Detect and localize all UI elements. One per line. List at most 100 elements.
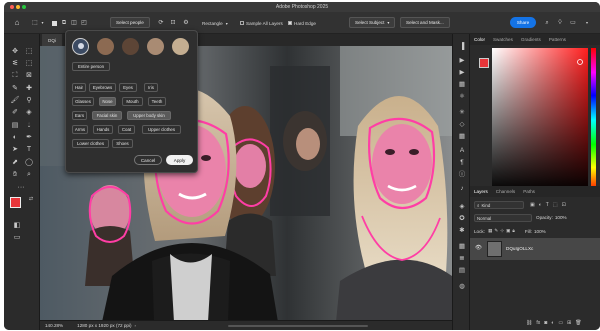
shapes-icon[interactable]: ▦ [457,242,467,252]
tab-swatches[interactable]: Swatches [489,37,517,42]
quick-mask-icon[interactable]: ◧ [12,220,22,230]
shape-mode-select[interactable]: Rectangle ▾ [202,18,228,28]
glyphs-icon[interactable]: ⓘ [457,170,467,180]
frame-tool-icon[interactable]: ⊠ [24,70,34,80]
brush-tool-icon[interactable]: 🖌︎ [10,95,20,105]
opacity-value[interactable]: 100% [555,215,567,220]
eraser-tool-icon[interactable]: ◈ [24,107,34,117]
cancel-button[interactable]: Cancel [134,155,162,165]
part-eyes[interactable]: Eyes [119,83,137,92]
tab-color[interactable]: Color [470,37,489,42]
refresh-icon[interactable]: ⟳ [156,18,166,28]
part-teeth[interactable]: Teeth [148,97,166,106]
foreground-color-swatch[interactable] [10,197,21,208]
tab-paths[interactable]: Paths [519,189,539,194]
spot-healing-tool-icon[interactable]: ✚ [24,83,34,93]
info-icon[interactable]: ▦ [457,132,467,142]
tab-patterns[interactable]: Patterns [545,37,570,42]
comments-icon[interactable]: ◍ [457,282,467,292]
tab-layers[interactable]: Layers [470,189,492,194]
pen-tool-icon[interactable]: ✒ [24,132,34,142]
layer-name[interactable]: DQuIgOLLXc [506,246,533,251]
move-tool-icon[interactable]: ✥ [10,46,20,56]
person-avatar-all[interactable] [72,38,89,55]
crop-tool-icon[interactable]: ⛶ [10,70,20,80]
part-hands[interactable]: Hands [93,125,113,134]
actions-icon[interactable]: ✳ [457,108,467,118]
apply-button[interactable]: Apply [166,155,193,165]
part-upper-clothes[interactable]: Upper clothes [142,125,181,134]
filter-pixel-icon[interactable]: ▣ [530,202,535,208]
color-field[interactable] [492,48,588,192]
color-panel-foreground-swatch[interactable] [479,58,489,68]
part-glasses[interactable]: Glasses [72,97,94,106]
lasso-tool-icon[interactable]: ᓬ [10,58,20,68]
swatches-icon[interactable]: ▤ [457,266,467,276]
workspace-icon[interactable]: ▭ [568,18,578,28]
select-and-mask-button[interactable]: Select and Mask... [400,17,450,28]
styles-icon[interactable]: ≣ [457,254,467,264]
document-tab[interactable]: DQi [42,34,62,46]
dodge-tool-icon[interactable]: ◐ [10,132,20,142]
path-selection-tool-icon[interactable]: ➤ [10,144,20,154]
direct-selection-tool-icon[interactable]: ⬈ [10,157,20,167]
object-selection-tool-icon[interactable]: ⬚ [30,18,40,28]
fill-value[interactable]: 100% [534,229,546,234]
visibility-eye-icon[interactable]: 👁︎ [475,245,482,251]
zoom-tool-icon[interactable]: ⌕ [24,169,34,179]
person-avatar-1[interactable] [97,38,114,55]
part-hair[interactable]: Hair [72,83,86,92]
select-subject-button[interactable]: Select Subject ▾ [349,17,396,28]
part-upper-body-skin[interactable]: Upper body skin [127,111,171,120]
add-to-selection-icon[interactable]: ⧉ [60,19,68,27]
gradient-tool-icon[interactable]: ▤ [10,120,20,130]
person-avatar-2[interactable] [122,38,139,55]
adjustments-icon[interactable]: ⚛ [457,92,467,102]
new-selection-icon[interactable] [50,19,58,27]
filter-smart-object-icon[interactable]: ⊡ [562,202,566,208]
timeline-icon[interactable]: ♪ [457,184,467,194]
status-chevron-icon[interactable]: › [135,323,136,328]
object-selection-tool-icon[interactable]: ⬚ [24,58,34,68]
character-icon[interactable]: A [457,146,467,156]
search-icon[interactable]: ⌕ [542,18,552,28]
tab-gradients[interactable]: Gradients [517,37,545,42]
sample-all-layers-checkbox[interactable]: Sample All Layers [240,18,283,28]
eyedropper-tool-icon[interactable]: ✎ [10,83,20,93]
hard-edge-checkbox[interactable]: Hard Edge [288,18,316,28]
layer-filter-select[interactable]: ⌕ Kind [474,201,524,209]
part-eyebrows[interactable]: Eyebrows [89,83,116,92]
person-avatar-4[interactable] [172,38,189,55]
paths-icon[interactable]: ✱ [457,226,467,236]
mask-icon[interactable]: ◙ [544,320,547,326]
layer-row[interactable]: 👁︎ DQuIgOLLXc [470,238,600,260]
history-brush-tool-icon[interactable]: ✐ [10,107,20,117]
swap-colors-icon[interactable]: ⇄ [26,194,36,204]
screen-mode-icon[interactable]: ▭ [12,232,22,242]
folder-icon[interactable]: ▭ [558,320,563,326]
filter-type-icon[interactable]: T [546,202,549,208]
blend-mode-select[interactable]: Normal [474,214,532,222]
settings-icon[interactable]: ⚙ [181,18,191,28]
history-icon[interactable]: ▐ [457,42,467,52]
lightbulb-icon[interactable]: 💡︎ [555,18,565,28]
ellipse-tool-icon[interactable]: ◯ [24,157,34,167]
artboard-tool-icon[interactable]: ⬚ [24,46,34,56]
lock-icons[interactable]: ▦✎⊹▣🔒︎ [488,228,517,234]
tool-preset-chevron-icon[interactable]: ▾ [40,20,45,26]
home-icon[interactable]: ⌂ [12,18,22,28]
type-tool-icon[interactable]: T [24,144,34,154]
trash-icon[interactable]: 🗑︎ [575,320,581,326]
part-lower-clothes[interactable]: Lower clothes [72,139,109,148]
person-frame-icon[interactable]: ⊡ [168,18,178,28]
hand-tool-icon[interactable]: ✋︎ [10,169,20,179]
part-iris[interactable]: Iris [144,83,158,92]
filter-adjustment-icon[interactable]: ◐ [539,202,542,208]
part-shoes[interactable]: Shoes [112,139,133,148]
part-arms[interactable]: Arms [72,125,88,134]
more-tools-icon[interactable]: ··· [16,182,26,192]
tab-channels[interactable]: Channels [492,189,519,194]
fx-icon[interactable]: fx [536,320,540,326]
clone-stamp-tool-icon[interactable]: ⚲ [24,95,34,105]
part-nose[interactable]: Nose [99,97,116,106]
